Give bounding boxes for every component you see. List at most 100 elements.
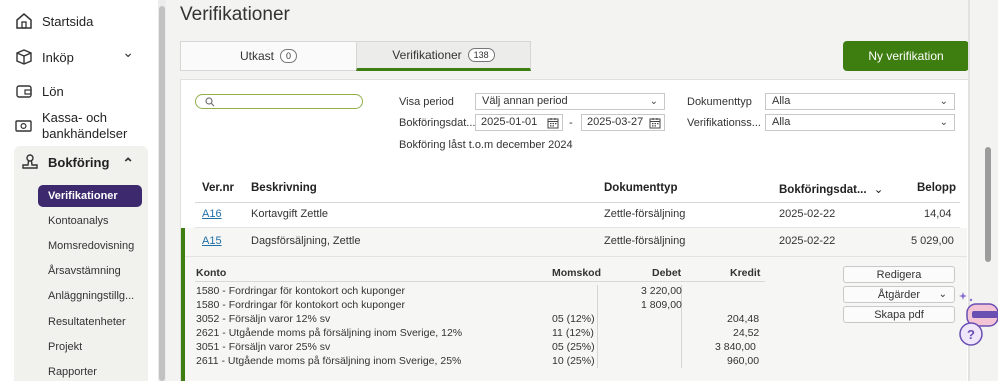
column-divider [681, 285, 682, 368]
select-value: Alla [772, 95, 791, 107]
table-row-datum: 2025-02-22 [779, 235, 836, 247]
cash-icon [15, 120, 32, 132]
count-badge: 138 [467, 48, 495, 62]
tab-utkast[interactable]: Utkast 0 [180, 41, 356, 71]
date-value: 2025-01-01 [481, 116, 538, 128]
main-scrollbar-thumb[interactable] [985, 147, 991, 262]
table-row-dokumenttyp: Zettle-försäljning [604, 235, 686, 247]
sort-descending-icon[interactable]: ⌄ [874, 184, 884, 196]
sidebar-item-label: Inköp [42, 49, 74, 65]
svg-text:?: ? [967, 327, 975, 342]
detail-header-konto: Konto [196, 267, 227, 279]
search-input[interactable] [195, 94, 363, 109]
detail-konto: 2611 - Utgående moms på försäljning inom… [196, 355, 462, 367]
new-verification-button[interactable]: Ny verifikation [843, 41, 969, 71]
select-value: Välj annan period [482, 95, 568, 107]
calendar-icon[interactable] [547, 117, 559, 129]
detail-kredit: 24,52 [733, 327, 760, 339]
detail-debet: 3 220,00 [641, 285, 682, 297]
sidebar-subitem-arsavstamning[interactable]: Årsavstämning [48, 265, 121, 277]
sidebar-subitem-rapporter[interactable]: Rapporter [48, 366, 97, 378]
detail-header-debet: Debet [652, 267, 682, 279]
chevron-down-icon: ⌄ [939, 96, 948, 107]
table-row-dokumenttyp: Zettle-försäljning [604, 208, 686, 220]
actions-dropdown-button[interactable]: Åtgärder ⌄ [843, 286, 955, 303]
sidebar-item-label: Startsida [42, 13, 94, 29]
table-row-beskrivning: Kortavgift Zettle [251, 208, 329, 220]
table-row-belopp: 14,04 [924, 208, 952, 220]
sidebar-subitem-anlaggningstillgangar[interactable]: Anläggningstillg... [48, 290, 134, 302]
sidebar-scrollbar-thumb[interactable] [159, 6, 165, 381]
column-header-beskrivning[interactable]: Beskrivning [251, 182, 317, 194]
page-title: Verifikationer [180, 4, 290, 25]
sidebar-item-lon[interactable]: Lön [14, 80, 148, 102]
detail-momskod: 10 (25%) [552, 355, 595, 367]
tab-label: Utkast [239, 49, 274, 63]
detail-momskod: 05 (12%) [552, 313, 595, 325]
detail-konto: 3052 - Försäljn varor 12% sv [196, 313, 331, 325]
help-assistant-icon[interactable]: ? [957, 290, 998, 350]
column-divider [597, 285, 598, 368]
expanded-row-indicator [181, 228, 185, 381]
detail-konto: 1580 - Fordringar för kontokort och kupo… [196, 285, 405, 297]
sidebar-item-label: Lön [42, 83, 64, 99]
edit-button[interactable]: Redigera [843, 266, 955, 283]
sidebar-item-startsida[interactable]: Startsida [14, 10, 148, 32]
dokumenttyp-select[interactable]: Alla ⌄ [765, 93, 955, 110]
sidebar-subitem-momsredovisning[interactable]: Momsredovisning [48, 240, 134, 252]
date-value: 2025-03-27 [587, 116, 644, 128]
button-label: Åtgärder [877, 288, 921, 301]
chevron-down-icon: ⌄ [939, 117, 948, 128]
sidebar-scrollbar[interactable] [158, 0, 166, 381]
sidebar-item-label: Bokföring [48, 154, 110, 170]
calendar-icon[interactable] [649, 117, 661, 129]
table-row-datum: 2025-02-22 [779, 208, 836, 220]
sidebar-item-label: Kassa- och [42, 110, 108, 125]
column-header-bokforingsdatum[interactable]: Bokföringsdat... ⌄ [779, 182, 883, 196]
chevron-down-icon: ⌄ [938, 289, 947, 300]
chevron-down-icon[interactable]: ⌄ [122, 44, 134, 61]
detail-momskod: 11 (12%) [552, 327, 594, 339]
table-row-vernr-link[interactable]: A15 [202, 235, 222, 247]
detail-header-divider [195, 281, 765, 282]
dokumenttyp-label: Dokumenttyp [687, 96, 752, 108]
sidebar-item-kassa[interactable]: Kassa- och bankhändelser [14, 110, 148, 144]
detail-debet: 1 809,00 [641, 299, 682, 311]
sidebar-subitem-projekt[interactable]: Projekt [48, 341, 82, 353]
date-separator: - [569, 117, 573, 129]
table-row-vernr-link[interactable]: A16 [202, 208, 222, 220]
sidebar-item-inkop[interactable]: Inköp ⌄ [14, 44, 148, 68]
date-from-field[interactable]: 2025-01-01 [475, 114, 563, 131]
sidebar: Startsida Inköp ⌄ Lön Kassa- och bankhän… [0, 0, 158, 381]
sidebar-subitem-kontoanalys[interactable]: Kontoanalys [48, 215, 109, 227]
wallet-icon [16, 85, 32, 98]
sidebar-item-label: bankhändelser [42, 126, 128, 141]
table-row-beskrivning: Dagsförsäljning, Zettle [251, 235, 361, 247]
home-icon [16, 13, 32, 29]
row-divider [185, 256, 967, 257]
visa-period-select[interactable]: Välj annan period ⌄ [475, 93, 665, 110]
select-value: Alla [772, 116, 791, 128]
column-header-dokumenttyp[interactable]: Dokumenttyp [604, 182, 677, 194]
visa-period-label: Visa period [399, 96, 454, 108]
tab-label: Verifikationer [392, 48, 462, 62]
sidebar-item-bokforing[interactable]: Bokföring ⌃ [20, 151, 148, 173]
create-pdf-button[interactable]: Skapa pdf [843, 306, 955, 323]
bokforingsdatum-label: Bokföringsdat... [399, 117, 476, 129]
chevron-up-icon[interactable]: ⌃ [122, 155, 134, 172]
sidebar-subitem-resultatenheter[interactable]: Resultatenheter [48, 316, 126, 328]
sidebar-subitem-verifikationer[interactable]: Verifikationer [48, 190, 118, 202]
column-header-vernr[interactable]: Ver.nr [202, 182, 234, 194]
tab-verifikationer[interactable]: Verifikationer 138 [356, 41, 531, 71]
column-header-belopp[interactable]: Belopp [917, 182, 956, 194]
verifikationsserie-select[interactable]: Alla ⌄ [765, 114, 955, 131]
detail-konto: 1580 - Fordringar för kontokort och kupo… [196, 299, 405, 311]
detail-momskod: 05 (25%) [552, 341, 595, 353]
chevron-down-icon: ⌄ [649, 96, 658, 107]
date-to-field[interactable]: 2025-03-27 [581, 114, 665, 131]
table-row-belopp: 5 029,00 [911, 235, 954, 247]
detail-konto: 2621 - Utgående moms på försäljning inom… [196, 327, 463, 339]
search-icon [205, 97, 215, 107]
verifikationsserie-label: Verifikationss... [687, 117, 761, 129]
table-header-divider [195, 202, 960, 203]
